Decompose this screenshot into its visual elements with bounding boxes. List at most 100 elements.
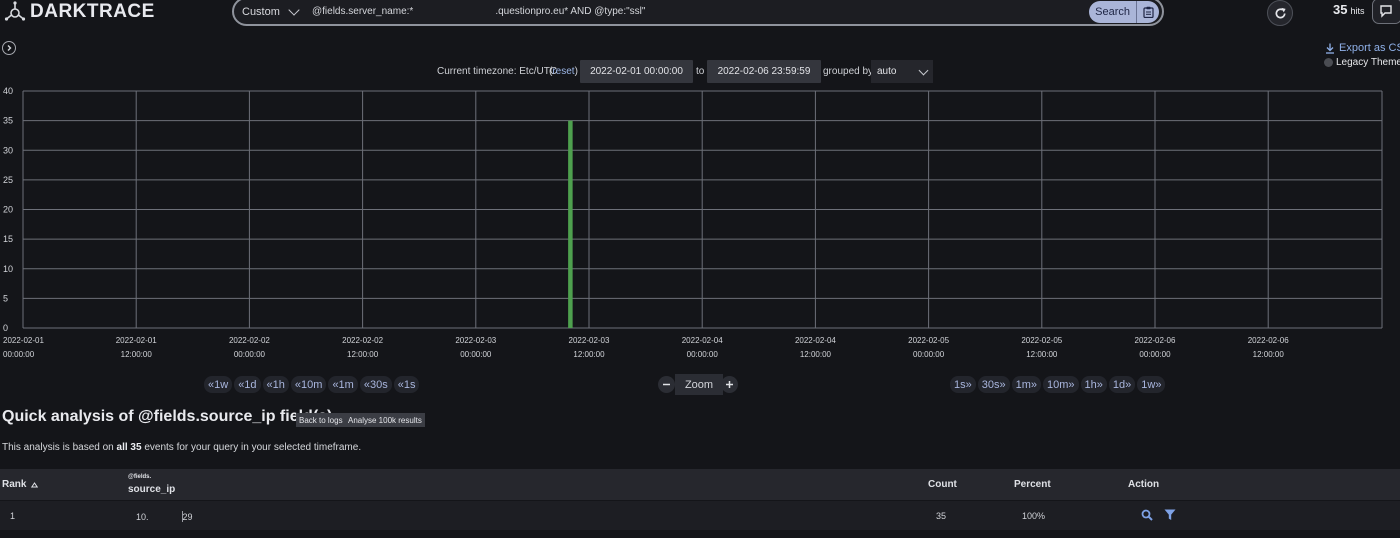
y-tick-label: 25	[3, 175, 13, 185]
chart-labels: 0 5 10 15 20 25 30 35 40 2022-02-01 00:00:00 2022-0…	[3, 86, 1289, 359]
timezone-label: Current timezone: Etc/UTC	[437, 66, 558, 77]
search-query-part-2[interactable]: .questionpro.eu* AND @type:"ssl"	[495, 6, 1089, 17]
table-row: 1 10. 29 35 100%	[0, 501, 1400, 530]
x-tick-time-label: 12:00:00	[1253, 350, 1285, 359]
redacted-segment	[149, 511, 183, 522]
back-30s-button[interactable]: «30s	[359, 376, 392, 393]
forward-1h-button[interactable]: 1h»	[1080, 376, 1107, 393]
x-tick-time-label: 00:00:00	[3, 350, 35, 359]
desc-prefix: This analysis is based on	[2, 442, 114, 453]
table-header: Rank @fields. source_ip Count Percent Ac…	[0, 469, 1400, 500]
y-tick-label: 10	[3, 264, 13, 274]
minus-icon	[663, 383, 670, 386]
filter-icon	[1164, 509, 1176, 520]
forward-1w-button[interactable]: 1w»	[1137, 376, 1166, 393]
percent-column-header[interactable]: Percent	[1014, 479, 1051, 490]
forward-10m-button[interactable]: 10m»	[1043, 376, 1079, 393]
darktrace-logo-icon	[4, 1, 26, 21]
grouped-by-label: grouped by	[823, 66, 874, 77]
histogram-chart[interactable]: 0 5 10 15 20 25 30 35 40 2022-02-01 00:00:00 2022-0…	[0, 84, 1400, 366]
chart-bars	[568, 120, 573, 328]
row-count: 35	[936, 511, 947, 521]
x-tick-date-label: 2022-02-05	[1021, 336, 1062, 345]
y-tick-label: 40	[3, 86, 13, 96]
chevron-down-icon	[288, 4, 300, 16]
toggle-indicator	[1324, 58, 1333, 67]
filter-action-button[interactable]	[1164, 509, 1176, 523]
desc-suffix: events for your query in your selected t…	[144, 442, 362, 453]
x-tick-date-label: 2022-02-03	[569, 336, 610, 345]
x-tick-date-label: 2022-02-05	[908, 336, 949, 345]
refresh-button[interactable]	[1267, 0, 1293, 26]
x-tick-date-label: 2022-02-06	[1248, 336, 1289, 345]
x-tick-time-label: 12:00:00	[1026, 350, 1058, 359]
analysis-description: This analysis is based on all 35 events …	[2, 442, 361, 453]
rank-header-label: Rank	[2, 479, 27, 490]
y-tick-label: 20	[3, 205, 13, 215]
rank-column-header[interactable]: Rank	[2, 479, 39, 490]
back-to-logs-button[interactable]: Back to logs	[296, 413, 346, 427]
x-tick-time-label: 00:00:00	[687, 350, 719, 359]
y-tick-label: 0	[3, 323, 8, 333]
x-tick-date-label: 2022-02-01	[116, 336, 157, 345]
back-10m-button[interactable]: «10m	[290, 376, 327, 393]
row-percent: 100%	[1022, 511, 1046, 521]
y-tick-label: 5	[3, 293, 8, 303]
hits-counter: 35 hits	[1333, 2, 1364, 17]
query-mode-select[interactable]: Custom	[240, 0, 304, 23]
x-tick-date-label: 2022-02-02	[342, 336, 383, 345]
row-rank: 1	[10, 511, 16, 521]
back-1m-button[interactable]: «1m	[328, 376, 358, 393]
forward-30s-button[interactable]: 30s»	[977, 376, 1010, 393]
back-1h-button[interactable]: «1h	[262, 376, 289, 393]
x-tick-time-label: 00:00:00	[1139, 350, 1171, 359]
date-to-input[interactable]: 2022-02-06 23:59:59	[707, 60, 821, 83]
refresh-icon	[1275, 7, 1286, 18]
darktrace-logo[interactable]: DARKTRACE	[4, 0, 155, 24]
expand-sidebar-button[interactable]	[2, 41, 16, 55]
search-action-button[interactable]	[1141, 509, 1153, 523]
clipboard-button[interactable]	[1136, 0, 1159, 23]
grouped-by-value: auto	[877, 66, 897, 77]
export-csv-link[interactable]: Export as CS	[1325, 42, 1400, 54]
count-column-header[interactable]: Count	[928, 479, 957, 490]
x-tick-time-label: 00:00:00	[460, 350, 492, 359]
legacy-theme-toggle[interactable]: Legacy Theme	[1324, 57, 1400, 68]
row-source-ip[interactable]: 10. 29	[136, 511, 193, 522]
back-1w-button[interactable]: «1w	[204, 376, 233, 393]
clipboard-icon	[1142, 6, 1154, 18]
date-from-input[interactable]: 2022-02-01 00:00:00	[580, 60, 693, 83]
grouped-by-select[interactable]: auto	[871, 60, 933, 83]
download-icon	[1326, 43, 1334, 54]
back-1s-button[interactable]: «1s	[393, 376, 420, 393]
chevron-down-icon	[918, 65, 929, 75]
zoom-in-button[interactable]	[721, 376, 738, 393]
zoom-out-button[interactable]	[658, 376, 675, 393]
to-label: to	[696, 66, 705, 77]
zoom-label: Zoom	[675, 374, 723, 395]
forward-1m-button[interactable]: 1m»	[1011, 376, 1042, 393]
search-button[interactable]: Search	[1089, 0, 1136, 23]
x-tick-date-label: 2022-02-04	[682, 336, 723, 345]
histogram-bar	[568, 120, 573, 328]
ip-end: 29	[182, 512, 193, 522]
forward-1s-button[interactable]: 1s»	[950, 376, 976, 393]
chat-button[interactable]	[1372, 0, 1400, 24]
ip-start: 10.	[136, 512, 149, 522]
x-tick-time-label: 12:00:00	[800, 350, 832, 359]
field-prefix-label: @fields.	[128, 474, 152, 480]
search-query-part-1[interactable]: @fields.server_name:*	[312, 6, 413, 17]
x-tick-time-label: 00:00:00	[913, 350, 945, 359]
back-1d-button[interactable]: «1d	[234, 376, 261, 393]
hits-label: hits	[1350, 6, 1365, 16]
source-ip-column-header[interactable]: source_ip	[128, 484, 175, 495]
forward-1d-button[interactable]: 1d»	[1108, 376, 1136, 393]
analyse-100k-button[interactable]: Analyse 100k results	[345, 413, 425, 427]
y-tick-label: 35	[3, 116, 13, 126]
hits-count: 35	[1333, 2, 1348, 17]
chat-icon	[1380, 5, 1392, 18]
plus-icon	[726, 381, 733, 388]
brand-name: DARKTRACE	[30, 1, 155, 22]
reset-label: reset	[552, 66, 575, 77]
timezone-reset-link[interactable]: (reset)	[549, 66, 578, 77]
